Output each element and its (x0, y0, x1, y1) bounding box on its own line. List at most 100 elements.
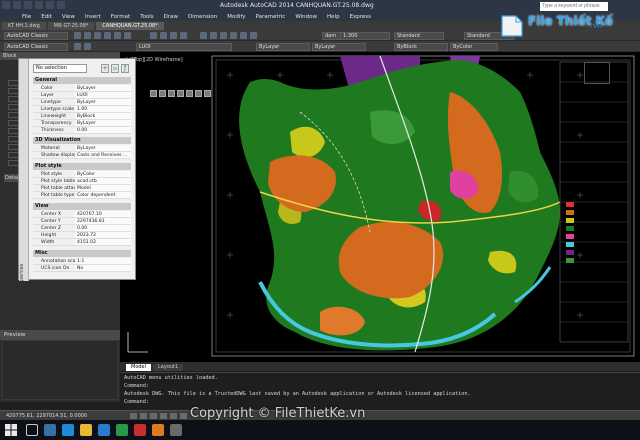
workspace-dropdown-2[interactable]: AutoCAD Classic (4, 42, 68, 51)
file-tab[interactable]: KT HH.1.dwg (2, 22, 46, 30)
app-icon[interactable] (152, 424, 164, 436)
pan-icon[interactable] (150, 32, 157, 39)
menu-format[interactable]: Format (111, 14, 130, 20)
menu-edit[interactable]: Edit (41, 14, 52, 20)
tool-icon[interactable] (177, 90, 184, 97)
details-header[interactable]: Details (4, 174, 22, 182)
layer-state-icon[interactable] (84, 43, 91, 50)
menu-file[interactable]: File (22, 14, 31, 20)
tab-model[interactable]: Model (126, 364, 152, 371)
section-general[interactable]: General (33, 77, 131, 84)
section-view[interactable]: View (33, 203, 131, 210)
prop-row: Plot style table acad.ctb (33, 178, 131, 185)
app-icon[interactable] (170, 424, 182, 436)
zoom-window-icon[interactable] (170, 32, 177, 39)
plotstyle-dropdown[interactable]: ByColor (450, 42, 498, 51)
selection-dropdown[interactable]: No selection (33, 64, 87, 73)
word-icon[interactable] (98, 424, 110, 436)
toggle-pickadd-icon[interactable]: + (101, 64, 109, 73)
redo-icon[interactable] (124, 32, 131, 39)
layer-dropdown[interactable]: LUOI (136, 42, 232, 51)
ortho-toggle-icon[interactable] (150, 413, 157, 419)
prop-row: Linetype scale 1.00 (33, 106, 131, 113)
undo-icon[interactable] (114, 32, 121, 39)
zoom-previous-icon[interactable] (180, 32, 187, 39)
edge-browser-icon[interactable] (62, 424, 74, 436)
excel-icon[interactable] (116, 424, 128, 436)
window-title: Autodesk AutoCAD 2014 CANHQUAN.GT.25.08.… (220, 2, 374, 9)
layer-manager-icon[interactable] (74, 43, 81, 50)
drawing-canvas[interactable] (120, 52, 640, 362)
status-toggles (130, 413, 187, 419)
snap-toggle-icon[interactable] (130, 413, 137, 419)
command-prompt[interactable]: Command: (124, 399, 149, 405)
command-window[interactable]: AutoCAD menu utilities loaded. Command: … (120, 372, 640, 410)
tool-icon[interactable] (195, 90, 202, 97)
legend-table (559, 61, 629, 343)
task-view-icon[interactable] (44, 424, 56, 436)
save-icon[interactable] (94, 32, 101, 39)
otrack-toggle-icon[interactable] (180, 413, 187, 419)
linetype-dropdown[interactable]: ByLayer (312, 42, 366, 51)
windows-start-icon[interactable] (4, 423, 18, 437)
file-tab-active[interactable]: CANHQUAN.GT.25.08* (96, 22, 164, 30)
quick-access-toolbar[interactable] (2, 1, 65, 9)
text-style-dropdown[interactable]: Standard (394, 31, 444, 40)
quick-select-icon[interactable]: ƒ (121, 64, 129, 73)
menu-express[interactable]: Express (350, 14, 371, 20)
menu-draw[interactable]: Draw (164, 14, 178, 20)
prop-row: Transparency ByLayer (33, 120, 131, 127)
viewcube-icon[interactable] (584, 62, 610, 84)
prop-row: Center Y 2297436.81 (33, 218, 131, 225)
osnap-toggle-icon[interactable] (170, 413, 177, 419)
design-center-icon[interactable] (210, 32, 217, 39)
floating-toolbar (150, 90, 211, 97)
tool-icon[interactable] (159, 90, 166, 97)
tool-icon[interactable] (168, 90, 175, 97)
section-plot-style[interactable]: Plot style (33, 163, 131, 170)
help-icon[interactable] (250, 32, 257, 39)
file-tab[interactable]: MB-GT-25.08* (47, 22, 95, 30)
properties-icon[interactable] (200, 32, 207, 39)
file-explorer-icon[interactable] (80, 424, 92, 436)
tab-layout1[interactable]: Layout1 (153, 364, 184, 371)
open-icon[interactable] (84, 32, 91, 39)
workspace-dropdown[interactable]: AutoCAD Classic (4, 31, 68, 40)
sheet-set-icon[interactable] (230, 32, 237, 39)
menu-parametric[interactable]: Parametric (256, 14, 286, 20)
prop-row: Layer LUOI (33, 92, 131, 99)
menu-insert[interactable]: Insert (85, 14, 101, 20)
command-history-line: AutoCAD menu utilities loaded. (124, 375, 218, 381)
menu-dimension[interactable]: Dimension (188, 14, 217, 20)
prop-row: UCS icon On No (33, 265, 131, 272)
tool-icon[interactable] (186, 90, 193, 97)
palette-strip[interactable] (19, 59, 29, 281)
prop-row: Plot style ByColor (33, 171, 131, 178)
menu-modify[interactable]: Modify (227, 14, 245, 20)
ucs-icon (127, 332, 148, 353)
new-icon[interactable] (74, 32, 81, 39)
autocad-taskbar-icon[interactable] (134, 424, 146, 436)
zoom-icon[interactable] (160, 32, 167, 39)
preview-area (2, 340, 118, 400)
tool-palette-icon[interactable] (220, 32, 227, 39)
polar-toggle-icon[interactable] (160, 413, 167, 419)
toolbar-row-2: AutoCAD Classic LUOI ByLayer ByLayer ByB… (0, 41, 640, 52)
grid-toggle-icon[interactable] (140, 413, 147, 419)
section-misc[interactable]: Misc (33, 250, 131, 257)
menu-help[interactable]: Help (327, 14, 340, 20)
menu-window[interactable]: Window (295, 14, 317, 20)
tool-icon[interactable] (150, 90, 157, 97)
menu-tools[interactable]: Tools (140, 14, 154, 20)
section-3d-visualization[interactable]: 3D Visualization (33, 137, 131, 144)
lineweight-dropdown[interactable]: ByBlock (394, 42, 448, 51)
select-objects-icon[interactable]: ▫ (111, 64, 119, 73)
color-dropdown[interactable]: ByLayer (256, 42, 310, 51)
tool-icon[interactable] (204, 90, 211, 97)
search-input[interactable] (540, 2, 608, 11)
search-taskbar-icon[interactable] (26, 424, 38, 436)
menu-view[interactable]: View (62, 14, 75, 20)
annotation-scale-dropdown[interactable]: 1:300 (340, 31, 390, 40)
print-icon[interactable] (104, 32, 111, 39)
calculator-icon[interactable] (240, 32, 247, 39)
